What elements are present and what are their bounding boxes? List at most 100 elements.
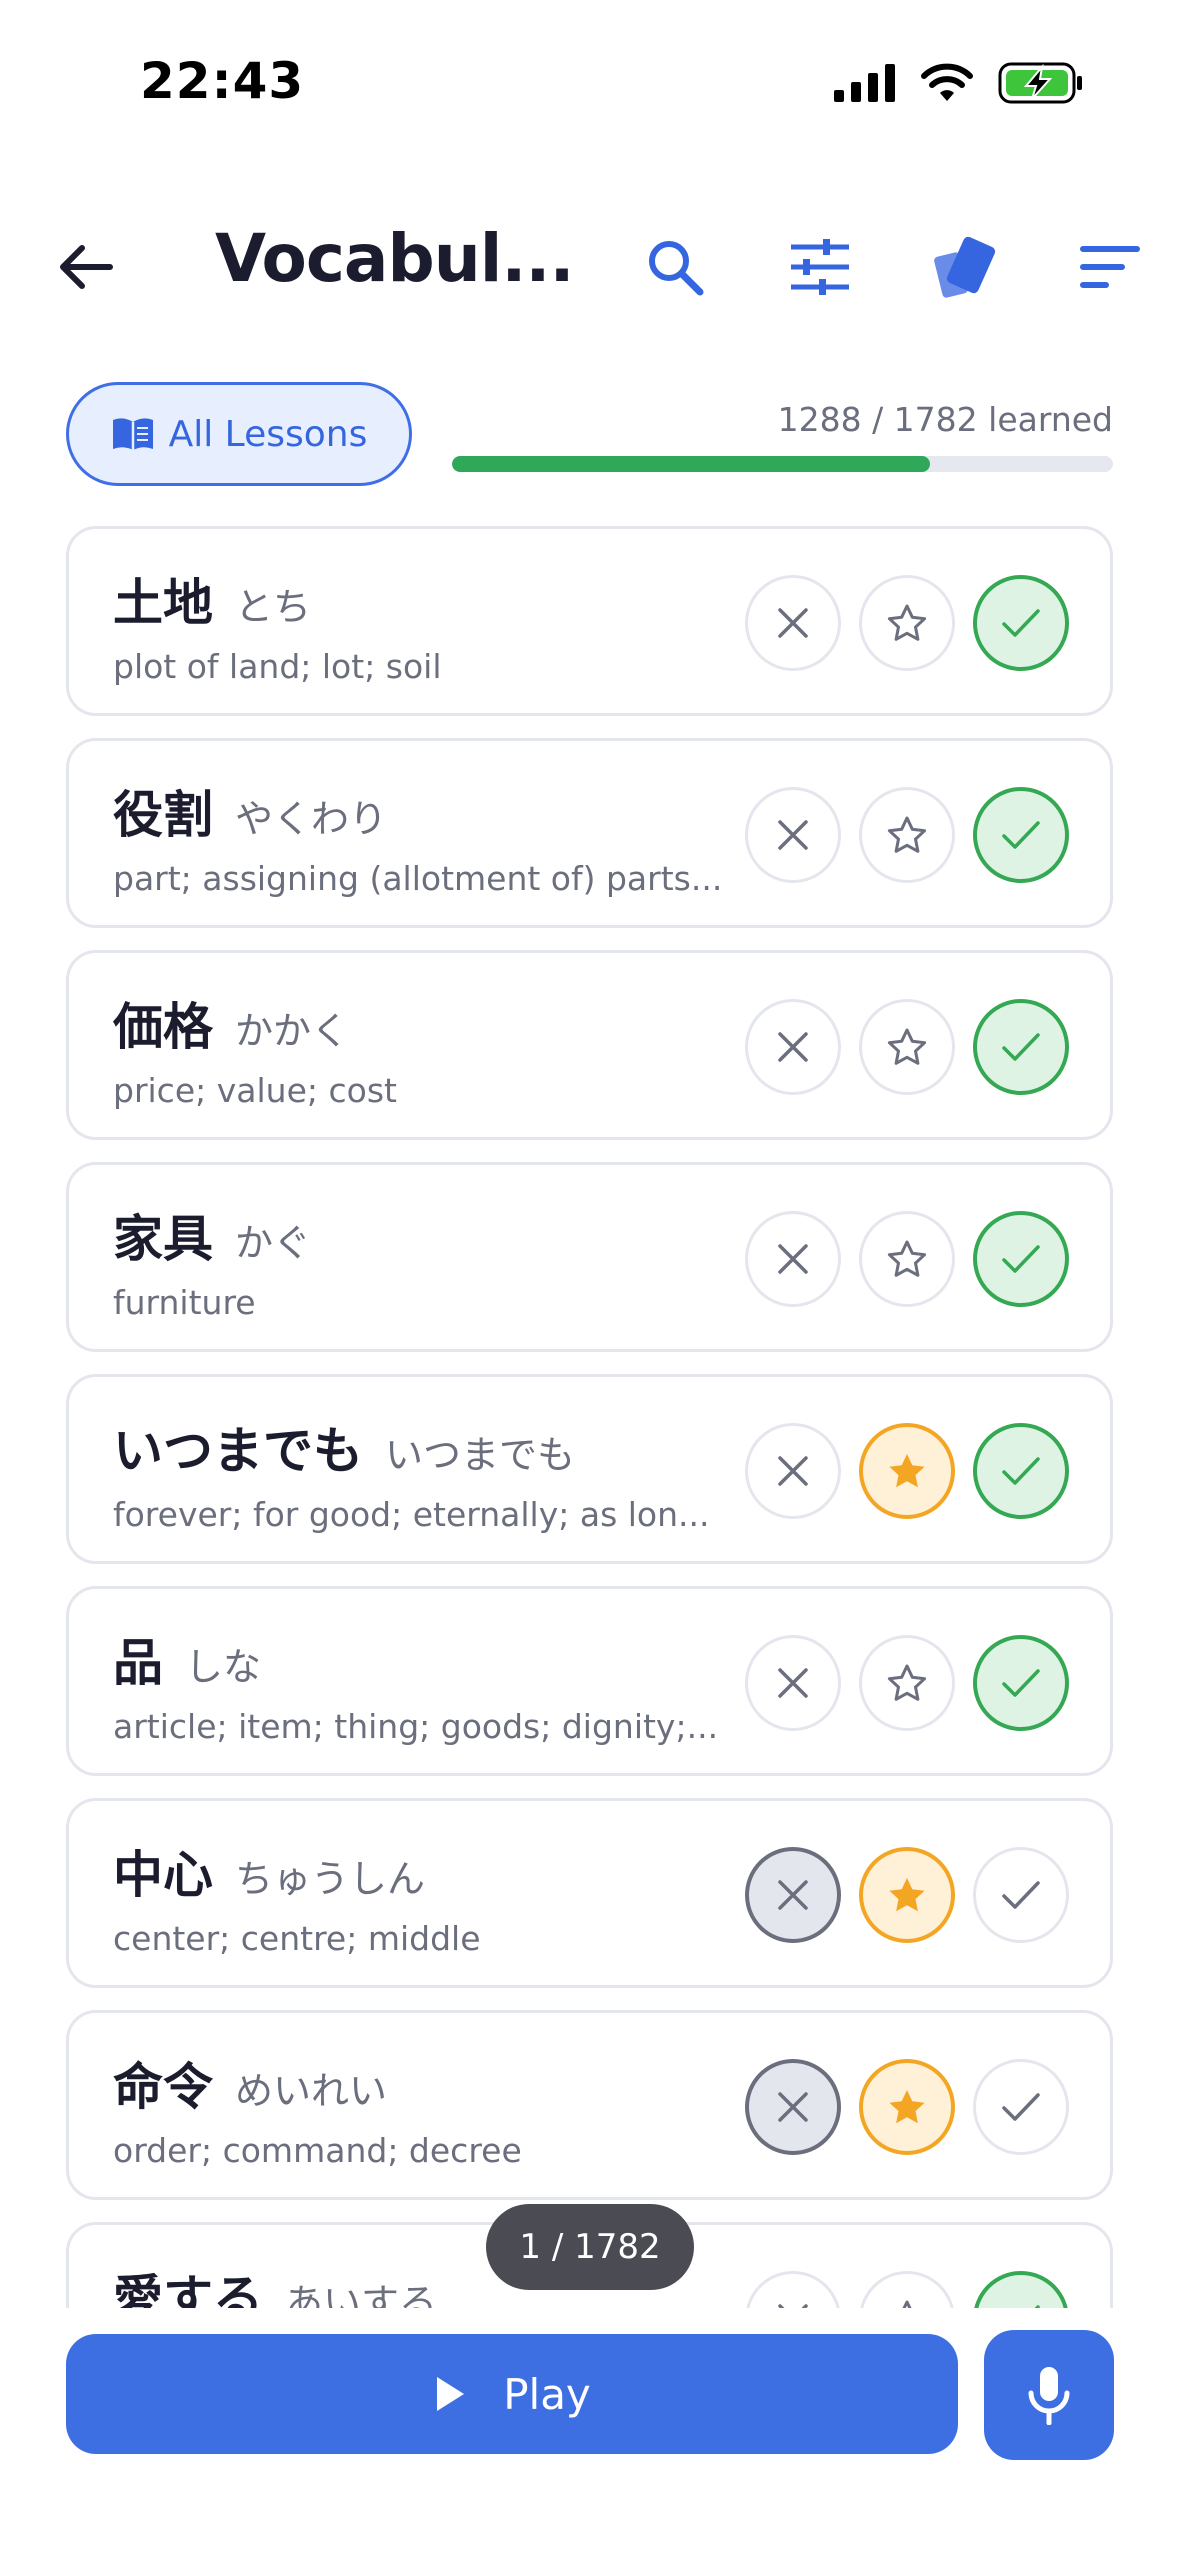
close-icon	[778, 820, 808, 850]
check-icon	[1002, 1033, 1040, 1061]
mark-unknown-button[interactable]	[745, 787, 841, 883]
check-icon	[1002, 821, 1040, 849]
sort-icon	[1080, 246, 1140, 288]
back-arrow-icon	[60, 245, 113, 289]
mark-learned-button[interactable]	[973, 1423, 1069, 1519]
mark-unknown-button[interactable]	[745, 1423, 841, 1519]
vocabulary-list[interactable]: 土地 とち plot of land; lot; soil 役割 やくわり part; a…	[66, 526, 1113, 2308]
microphone-button[interactable]	[984, 2330, 1114, 2460]
favorite-button[interactable]	[859, 999, 955, 1095]
mark-unknown-button[interactable]	[745, 2271, 841, 2308]
vocab-kanji: いつまでも	[113, 1422, 363, 1480]
mark-unknown-button[interactable]	[745, 1847, 841, 1943]
vocab-card[interactable]: 品しな article; item; thing; goods; dignity;…	[66, 1586, 1113, 1776]
check-icon	[1002, 1245, 1040, 1273]
close-icon	[778, 608, 808, 638]
vocab-word: いつまでも いつまでも	[113, 1411, 575, 1483]
favorite-button[interactable]	[859, 1847, 955, 1943]
vocab-reading: あいする	[285, 2281, 438, 2308]
check-icon	[1034, 2305, 1040, 2308]
favorite-button[interactable]	[859, 2059, 955, 2155]
mark-learned-button[interactable]	[973, 575, 1069, 671]
vocab-card[interactable]: 家具 かぐ furniture	[66, 1162, 1113, 1352]
back-button[interactable]	[52, 232, 122, 302]
sort-button[interactable]	[1075, 232, 1145, 302]
mark-learned-button[interactable]	[973, 1847, 1069, 1943]
vocab-kanji: 価格	[113, 998, 213, 1056]
filter-settings-button[interactable]	[785, 232, 855, 302]
mark-learned-button[interactable]	[973, 999, 1069, 1095]
vocab-meaning: furniture	[113, 1283, 256, 1322]
status-time: 22:43	[140, 52, 305, 110]
favorite-button[interactable]	[859, 787, 955, 883]
vocab-meaning: plot of land; lot; soil	[113, 647, 442, 686]
flashcards-button[interactable]	[930, 232, 1000, 302]
star-icon	[889, 1454, 925, 1488]
play-label: Play	[503, 2369, 591, 2419]
star-icon	[887, 1028, 927, 1065]
favorite-button[interactable]	[859, 2271, 955, 2308]
vocab-word: 命令 めいれい	[113, 2047, 387, 2119]
vocab-kanji: 愛する	[113, 2270, 263, 2308]
mark-learned-button[interactable]	[973, 787, 1069, 883]
mark-unknown-button[interactable]	[745, 1635, 841, 1731]
vocab-reading: かかく	[235, 1009, 350, 1053]
vocab-kanji: 土地	[113, 574, 213, 632]
search-button[interactable]	[640, 232, 710, 302]
mark-learned-button[interactable]	[973, 2059, 1069, 2155]
vocab-card[interactable]: 命令 めいれい order; command; decree	[66, 2010, 1113, 2200]
favorite-button[interactable]	[859, 1211, 955, 1307]
vocab-kanji: 役割	[113, 786, 213, 844]
vocab-reading: しな	[185, 1645, 262, 1689]
vocab-kanji: 中心	[113, 1846, 213, 1904]
vocab-word: 役割 やくわり	[113, 775, 387, 847]
mark-unknown-button[interactable]	[745, 2059, 841, 2155]
mark-unknown-button[interactable]	[745, 575, 841, 671]
vocab-meaning: order; command; decree	[113, 2131, 522, 2170]
vocab-card[interactable]: 役割 やくわり part; assigning (allotment of) par…	[66, 738, 1113, 928]
favorite-button[interactable]	[859, 575, 955, 671]
app-header: Vocabul...	[0, 200, 1179, 330]
vocab-meaning: center; centre; middle	[113, 1919, 481, 1958]
check-icon	[1002, 1669, 1040, 1697]
learned-progress-fill	[452, 456, 930, 472]
book-icon	[112, 418, 153, 450]
vocab-card[interactable]: いつまでも いつまでも forever; for good; eternally; …	[66, 1374, 1113, 1564]
battery-charging-icon	[998, 62, 1082, 104]
check-icon	[1002, 1457, 1040, 1485]
vocab-reading: ちゅうしん	[235, 1857, 426, 1901]
check-icon	[1002, 2093, 1040, 2121]
play-button[interactable]: Play	[66, 2334, 958, 2454]
vocab-word: 品しな	[113, 1623, 261, 1695]
vocab-word: 中心 ちゅうしん	[113, 1835, 425, 1907]
sliders-icon	[791, 239, 849, 295]
favorite-button[interactable]	[859, 1423, 955, 1519]
all-lessons-button[interactable]: All Lessons	[66, 382, 412, 486]
close-icon	[778, 1880, 808, 1910]
signal-icon	[834, 64, 895, 102]
vocab-word: 土地 とち	[113, 563, 311, 635]
vocab-word: 価格 かかく	[113, 987, 349, 1059]
close-icon	[778, 1032, 808, 1062]
check-icon	[1002, 1881, 1040, 1909]
close-icon	[778, 1668, 808, 1698]
microphone-icon	[1028, 2367, 1070, 2425]
mark-learned-button[interactable]	[973, 1211, 1069, 1307]
position-counter: 1 / 1782	[486, 2204, 694, 2290]
star-icon	[889, 1878, 925, 1912]
mark-unknown-button[interactable]	[745, 999, 841, 1095]
vocab-reading: かぐ	[235, 1221, 312, 1265]
favorite-button[interactable]	[859, 1635, 955, 1731]
star-icon	[887, 1240, 927, 1277]
close-icon	[778, 1244, 808, 1274]
mark-learned-button[interactable]	[973, 1635, 1069, 1731]
vocab-word: 愛する あいする	[113, 2259, 437, 2308]
mark-learned-button[interactable]	[973, 2271, 1069, 2308]
mark-unknown-button[interactable]	[745, 1211, 841, 1307]
vocab-card[interactable]: 土地 とち plot of land; lot; soil	[66, 526, 1113, 716]
status-bar: 22:43	[0, 0, 1179, 170]
vocab-card[interactable]: 価格 かかく price; value; cost	[66, 950, 1113, 1140]
vocab-reading: やくわり	[235, 797, 388, 841]
star-icon	[887, 816, 927, 853]
vocab-card[interactable]: 中心 ちゅうしん center; centre; middle	[66, 1798, 1113, 1988]
